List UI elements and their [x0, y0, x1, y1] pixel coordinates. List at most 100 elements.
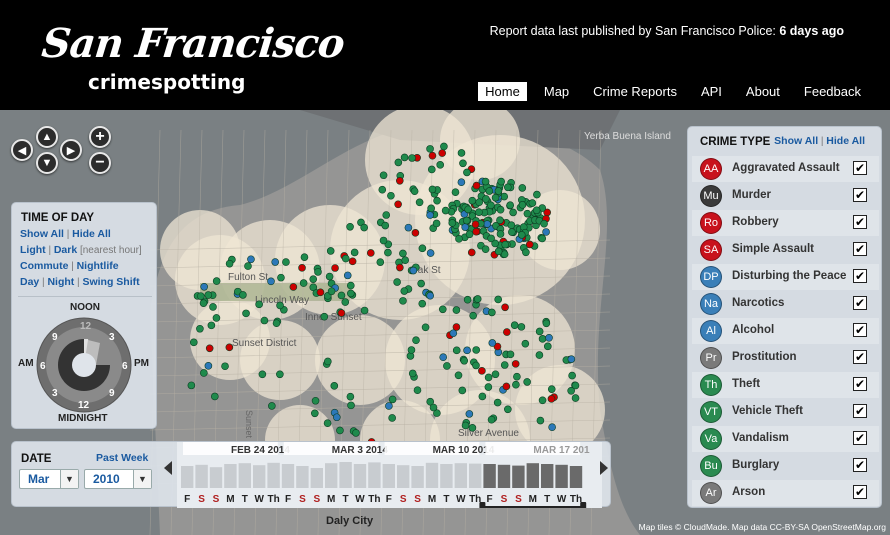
- crime-marker: [341, 298, 350, 306]
- nav-crime-reports[interactable]: Crime Reports: [586, 82, 684, 101]
- crime-type-row[interactable]: Al Alcohol ✔: [692, 318, 879, 344]
- timeline-bar: [195, 464, 208, 488]
- crime-type-row[interactable]: DP Disturbing the Peace ✔: [692, 264, 879, 290]
- robbery-checkbox[interactable]: ✔: [853, 215, 867, 229]
- nav-about[interactable]: About: [739, 82, 787, 101]
- crime-marker: [276, 370, 284, 379]
- arson-checkbox[interactable]: ✔: [853, 485, 867, 499]
- crime-marker: [326, 247, 335, 255]
- crime-marker: [494, 247, 503, 256]
- alcohol-checkbox[interactable]: ✔: [853, 323, 867, 337]
- day-letter: S: [313, 494, 320, 505]
- crime-marker: [316, 288, 325, 297]
- crime-type-row[interactable]: Na Narcotics ✔: [692, 291, 879, 317]
- crime-marker: [244, 262, 252, 270]
- day-letter: W: [557, 494, 567, 505]
- crime-type-row[interactable]: Th Theft ✔: [692, 372, 879, 398]
- date-timeline[interactable]: F S S M T W Th F S S M T W Th F S S M T W Th F S S M T W ThFEB 24 2…: [12, 442, 612, 508]
- crime-type-row[interactable]: Bu Burglary ✔: [692, 453, 879, 479]
- logo-title[interactable]: San Francisco: [40, 20, 347, 67]
- crime-type-row[interactable]: Ro Robbery ✔: [692, 210, 879, 236]
- crime-marker: [352, 429, 360, 437]
- nav-api[interactable]: API: [694, 82, 729, 101]
- crime-marker: [491, 193, 500, 202]
- crime-marker: [494, 295, 502, 304]
- crime-marker: [484, 383, 493, 391]
- map-street-label: Silver Avenue: [458, 428, 519, 439]
- pan-down-button[interactable]: ▼: [36, 152, 58, 174]
- crime-type-row[interactable]: Mu Murder ✔: [692, 183, 879, 209]
- timeline-bar: [555, 464, 568, 488]
- crime-marker: [488, 308, 496, 317]
- nav-map[interactable]: Map: [537, 82, 576, 101]
- simple-assault-checkbox[interactable]: ✔: [853, 242, 867, 256]
- theft-checkbox[interactable]: ✔: [853, 377, 867, 391]
- crime-marker: [428, 151, 437, 160]
- crime-marker: [535, 327, 544, 336]
- crime-marker: [509, 208, 517, 217]
- day-letter: S: [414, 494, 421, 505]
- crime-marker: [417, 279, 425, 288]
- prostitution-checkbox[interactable]: ✔: [853, 350, 867, 364]
- pan-right-button[interactable]: ▶: [60, 139, 82, 161]
- crime-type-row[interactable]: Va Vandalism ✔: [692, 426, 879, 452]
- week-label: MAR 17 201: [533, 445, 590, 456]
- crime-marker: [346, 392, 355, 401]
- crime-marker: [542, 319, 551, 328]
- crime-type-row[interactable]: AA Aggravated Assault ✔: [692, 156, 879, 182]
- crime-marker: [426, 211, 434, 219]
- crime-density-zone: [240, 320, 320, 400]
- crime-marker: [189, 338, 198, 347]
- crime-type-row[interactable]: Ar Arson ✔: [692, 480, 879, 506]
- nav-home[interactable]: Home: [478, 82, 527, 101]
- pan-left-button[interactable]: ◀: [11, 139, 33, 161]
- crime-type-label: Vehicle Theft: [732, 405, 803, 417]
- logo-subtitle[interactable]: crimespotting: [88, 70, 245, 94]
- timeline-bar: [209, 467, 223, 488]
- nav-feedback[interactable]: Feedback: [797, 82, 868, 101]
- crime-marker: [497, 177, 505, 186]
- crime-marker: [381, 221, 390, 230]
- crime-marker: [341, 254, 350, 263]
- crime-marker: [242, 309, 250, 318]
- crime-type-row[interactable]: Pr Prostitution ✔: [692, 345, 879, 371]
- crime-type-row[interactable]: SA Simple Assault ✔: [692, 237, 879, 263]
- crime-marker: [429, 403, 438, 412]
- day-letter: T: [544, 494, 550, 505]
- crime-marker: [320, 312, 329, 321]
- narcotics-checkbox[interactable]: ✔: [853, 296, 867, 310]
- clock-num-9-top: 9: [52, 332, 58, 343]
- clock-dial[interactable]: 12 9 3 6 6 3 9 12: [12, 203, 158, 430]
- murder-checkbox[interactable]: ✔: [853, 188, 867, 202]
- crime-marker: [523, 209, 532, 218]
- timeline-bar: [353, 464, 367, 488]
- disturbing-the-peace-checkbox[interactable]: ✔: [853, 269, 867, 283]
- zoom-out-button[interactable]: −: [89, 152, 111, 174]
- crime-hide-all-link[interactable]: Hide All: [826, 135, 865, 147]
- crime-marker: [395, 176, 404, 185]
- week-label: MAR 3 2014: [332, 445, 389, 456]
- crime-type-label: Robbery: [732, 216, 779, 228]
- aggravated-assault-checkbox[interactable]: ✔: [853, 161, 867, 175]
- vehicle-theft-checkbox[interactable]: ✔: [853, 404, 867, 418]
- zoom-in-button[interactable]: +: [89, 126, 111, 148]
- crime-marker: [379, 171, 388, 180]
- range-end-handle: [580, 502, 587, 508]
- crime-marker: [196, 324, 204, 333]
- timeline-bar: [469, 463, 482, 488]
- crime-show-all-link[interactable]: Show All: [774, 135, 818, 147]
- crime-type-row[interactable]: VT Vehicle Theft ✔: [692, 399, 879, 425]
- simple-assault-badge-icon: SA: [700, 239, 722, 261]
- site-header: San Francisco crimespotting Report data …: [0, 0, 890, 110]
- crime-marker: [468, 424, 477, 432]
- crime-marker: [504, 183, 512, 192]
- crime-marker: [204, 362, 213, 370]
- crime-marker: [393, 278, 401, 286]
- vandalism-checkbox[interactable]: ✔: [853, 431, 867, 445]
- pan-up-button[interactable]: ▲: [36, 126, 58, 148]
- crime-marker: [500, 361, 509, 369]
- crime-marker: [542, 228, 550, 236]
- burglary-checkbox[interactable]: ✔: [853, 458, 867, 472]
- crime-marker: [200, 369, 208, 377]
- crime-marker: [299, 279, 308, 287]
